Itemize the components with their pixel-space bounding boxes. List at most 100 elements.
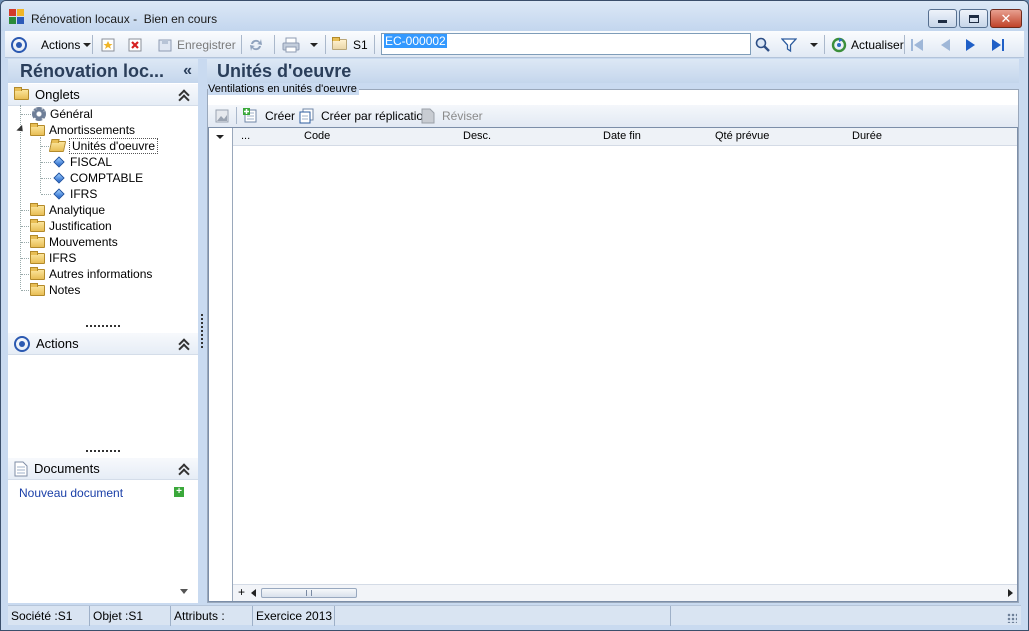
chevron-down-icon [83,42,92,47]
last-record-button[interactable] [990,31,1006,58]
status-object: Objet :S1 [90,606,171,626]
actions-menu-button[interactable]: Actions [41,31,92,58]
scrollbar-thumb[interactable] [261,588,357,598]
previous-record-button[interactable] [937,31,953,58]
folder-icon [30,282,45,296]
first-record-button[interactable] [909,31,925,58]
resize-grip[interactable] [86,450,120,453]
chevron-down-icon[interactable] [216,135,224,139]
minimize-button[interactable] [928,9,957,28]
maximize-button[interactable] [959,9,988,28]
group-label: Ventilations en unités d'oeuvre [208,83,359,95]
sync-button[interactable] [248,31,264,58]
navigation-menu-button[interactable] [11,31,27,58]
chevron-up-icon[interactable] [178,337,190,355]
status-company: Société :S1 [8,606,90,626]
chevron-up-icon[interactable] [178,88,190,106]
gear-icon [32,107,46,121]
add-row-icon [243,108,257,123]
filter-options-button[interactable] [807,31,818,58]
search-button[interactable] [755,31,771,58]
status-attributes: Attributs : [171,606,253,626]
column-header-more[interactable]: ... [241,130,250,142]
horizontal-scrollbar[interactable] [253,587,1007,599]
refresh-icon [831,37,847,52]
next-record-button[interactable] [963,31,979,58]
filter-funnel-icon [781,37,797,52]
navigation-pane: Rénovation loc... « Onglets Général Amor… [8,59,198,603]
tree-item-comptable[interactable]: COMPTABLE [52,170,143,186]
chevron-up-icon[interactable] [178,462,190,480]
diamond-icon [53,156,65,168]
new-button[interactable] [101,31,115,58]
add-document-icon[interactable]: + [174,487,184,497]
review-icon [421,108,435,124]
diamond-icon [53,188,65,200]
documents-section-header[interactable]: Documents [8,458,198,480]
scroll-down-icon[interactable] [180,589,188,594]
actions-section-header[interactable]: Actions [8,333,198,355]
search-icon [755,37,770,52]
scroll-right-icon[interactable] [1008,589,1013,597]
folder-icon [30,250,45,264]
save-icon [158,39,172,51]
grid-footer: + [233,584,1017,601]
printer-icon [282,37,300,52]
new-document-link[interactable]: Nouveau document [19,486,123,500]
column-header-planned-qty[interactable]: Qté prévue [715,130,769,142]
column-header-code[interactable]: Code [304,130,330,142]
tree-item-mouvements[interactable]: Mouvements [30,234,118,250]
new-record-icon [101,38,115,51]
tree-item-justification[interactable]: Justification [30,218,112,234]
print-button[interactable] [282,31,300,58]
refresh-button[interactable]: Actualiser [831,31,904,58]
work-units-grid: ... Code Desc. Date fin Qté prévue Durée… [208,127,1018,602]
minimize-icon [938,20,947,23]
document-icon [14,461,28,476]
tree-item-autres-informations[interactable]: Autres informations [30,266,152,282]
create-by-replication-button[interactable]: Créer par réplication [299,105,430,127]
close-window-button[interactable]: ✕ [990,9,1022,28]
add-row-plus[interactable]: + [238,585,245,599]
collapse-arrow-icon[interactable] [16,124,26,135]
save-button[interactable]: Enregistrer [157,31,236,58]
site-button[interactable]: S1 [332,31,368,58]
folder-icon [30,202,45,216]
tabs-section-header[interactable]: Onglets [8,84,198,106]
close-icon: ✕ [1000,11,1012,26]
tree-item-general[interactable]: Général [32,106,93,122]
tree-item-amortissements[interactable]: Amortissements [30,122,135,138]
collapse-pane-button[interactable]: « [183,59,192,83]
pane-splitter[interactable] [201,314,203,348]
record-title: Rénovation loc... « [8,59,198,83]
folder-open-icon [48,140,67,152]
tree-item-notes[interactable]: Notes [30,282,80,298]
folder-icon [332,37,347,50]
folder-icon [30,122,45,136]
delete-button[interactable] [128,31,142,58]
tree-item-analytique[interactable]: Analytique [30,202,105,218]
resize-grip-icon[interactable] [1007,613,1017,623]
previous-icon [941,38,950,51]
copy-icon [299,108,314,124]
window-title: Rénovation locaux - Bien en cours [31,12,218,26]
create-button[interactable]: Créer [243,105,295,127]
tree-item-unites-oeuvre[interactable]: Unités d'oeuvre [48,138,159,154]
review-button[interactable]: Réviser [421,105,483,127]
column-header-end-date[interactable]: Date fin [603,130,641,142]
filter-button[interactable] [781,31,797,58]
delete-icon [128,38,142,51]
image-icon [215,109,229,123]
record-code-input[interactable]: EC-000002 [381,33,751,55]
print-options-button[interactable] [307,31,318,58]
tree-item-fiscal[interactable]: FISCAL [52,154,112,170]
column-header-desc[interactable]: Desc. [463,130,491,142]
export-button[interactable] [215,105,229,127]
resize-grip[interactable] [86,325,120,328]
tree-item-ifrs[interactable]: IFRS [30,250,76,266]
target-icon [14,335,30,352]
restore-icon [968,14,979,23]
column-header-duration[interactable]: Durée [852,130,882,142]
grid-header: ... Code Desc. Date fin Qté prévue Durée [233,128,1017,146]
tree-item-ifrs-sub[interactable]: IFRS [52,186,97,202]
